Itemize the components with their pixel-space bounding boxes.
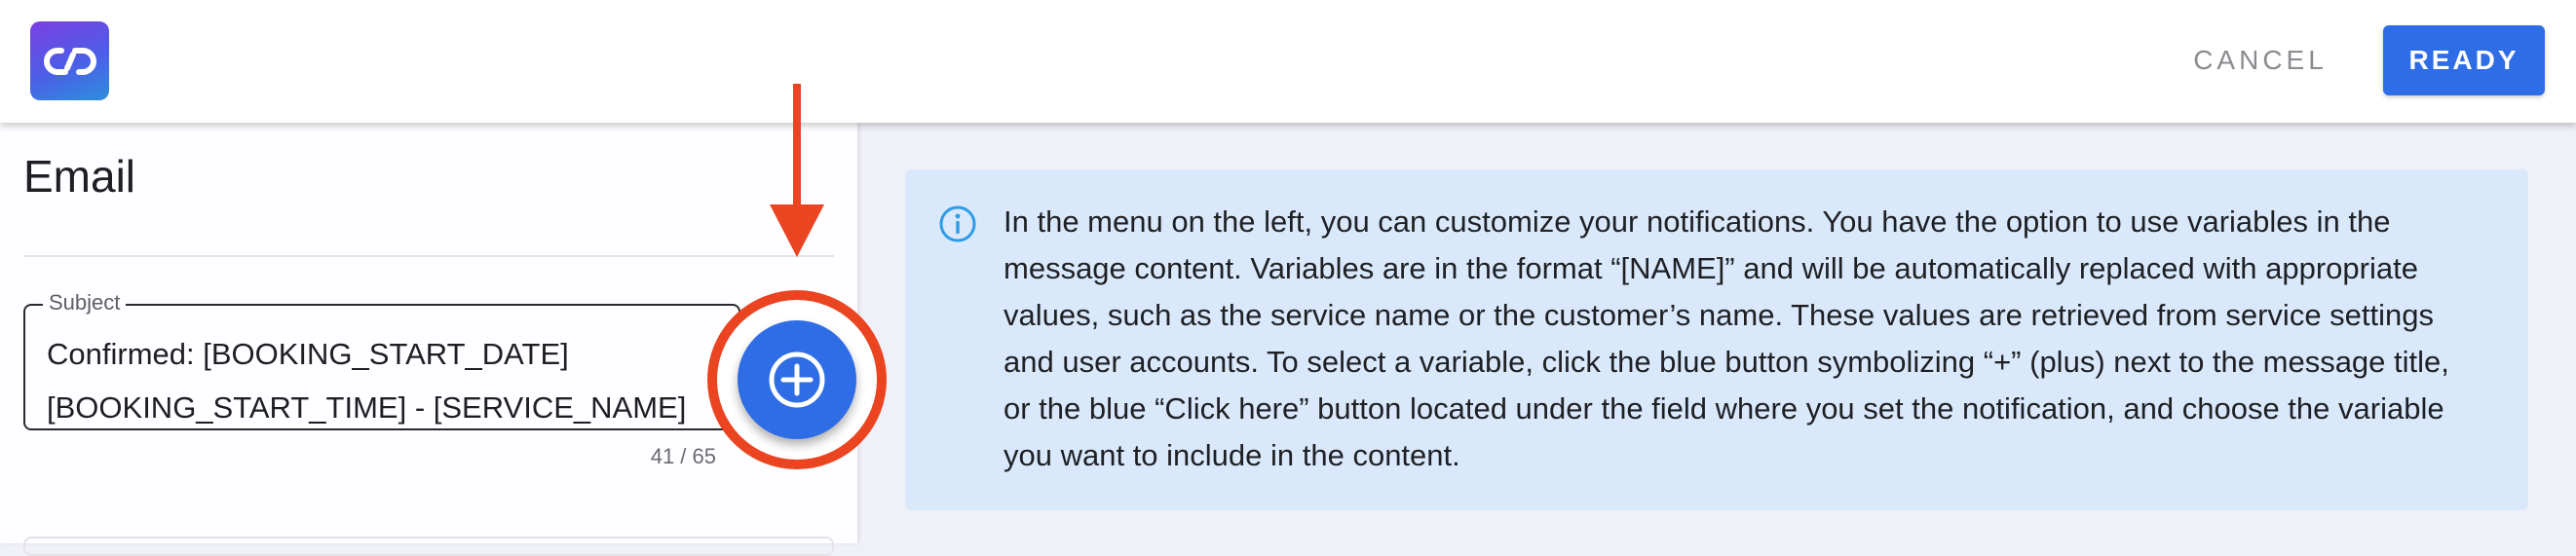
info-text: In the menu on the left, you can customi… (1004, 204, 2449, 472)
add-variable-button[interactable] (738, 320, 856, 439)
info-alert: In the menu on the left, you can customi… (905, 169, 2528, 510)
plus-circle-icon (769, 352, 825, 408)
info-icon (939, 205, 976, 242)
cancel-button[interactable]: CANCEL (2171, 25, 2350, 95)
top-bar: CANCEL READY (0, 0, 2576, 123)
subject-field[interactable]: Subject Confirmed: [BOOKING_START_DATE] … (23, 290, 740, 430)
message-field[interactable] (23, 537, 834, 556)
panel-title: Email (23, 151, 136, 202)
divider (23, 255, 834, 257)
ready-button[interactable]: READY (2383, 25, 2545, 95)
app-logo[interactable] (30, 21, 109, 100)
subject-label: Subject (43, 290, 127, 315)
link-icon (43, 47, 96, 75)
subject-input[interactable]: Confirmed: [BOOKING_START_DATE] [BOOKING… (47, 327, 729, 434)
arrow-down-icon (770, 84, 824, 257)
character-counter: 41 / 65 (650, 444, 716, 468)
